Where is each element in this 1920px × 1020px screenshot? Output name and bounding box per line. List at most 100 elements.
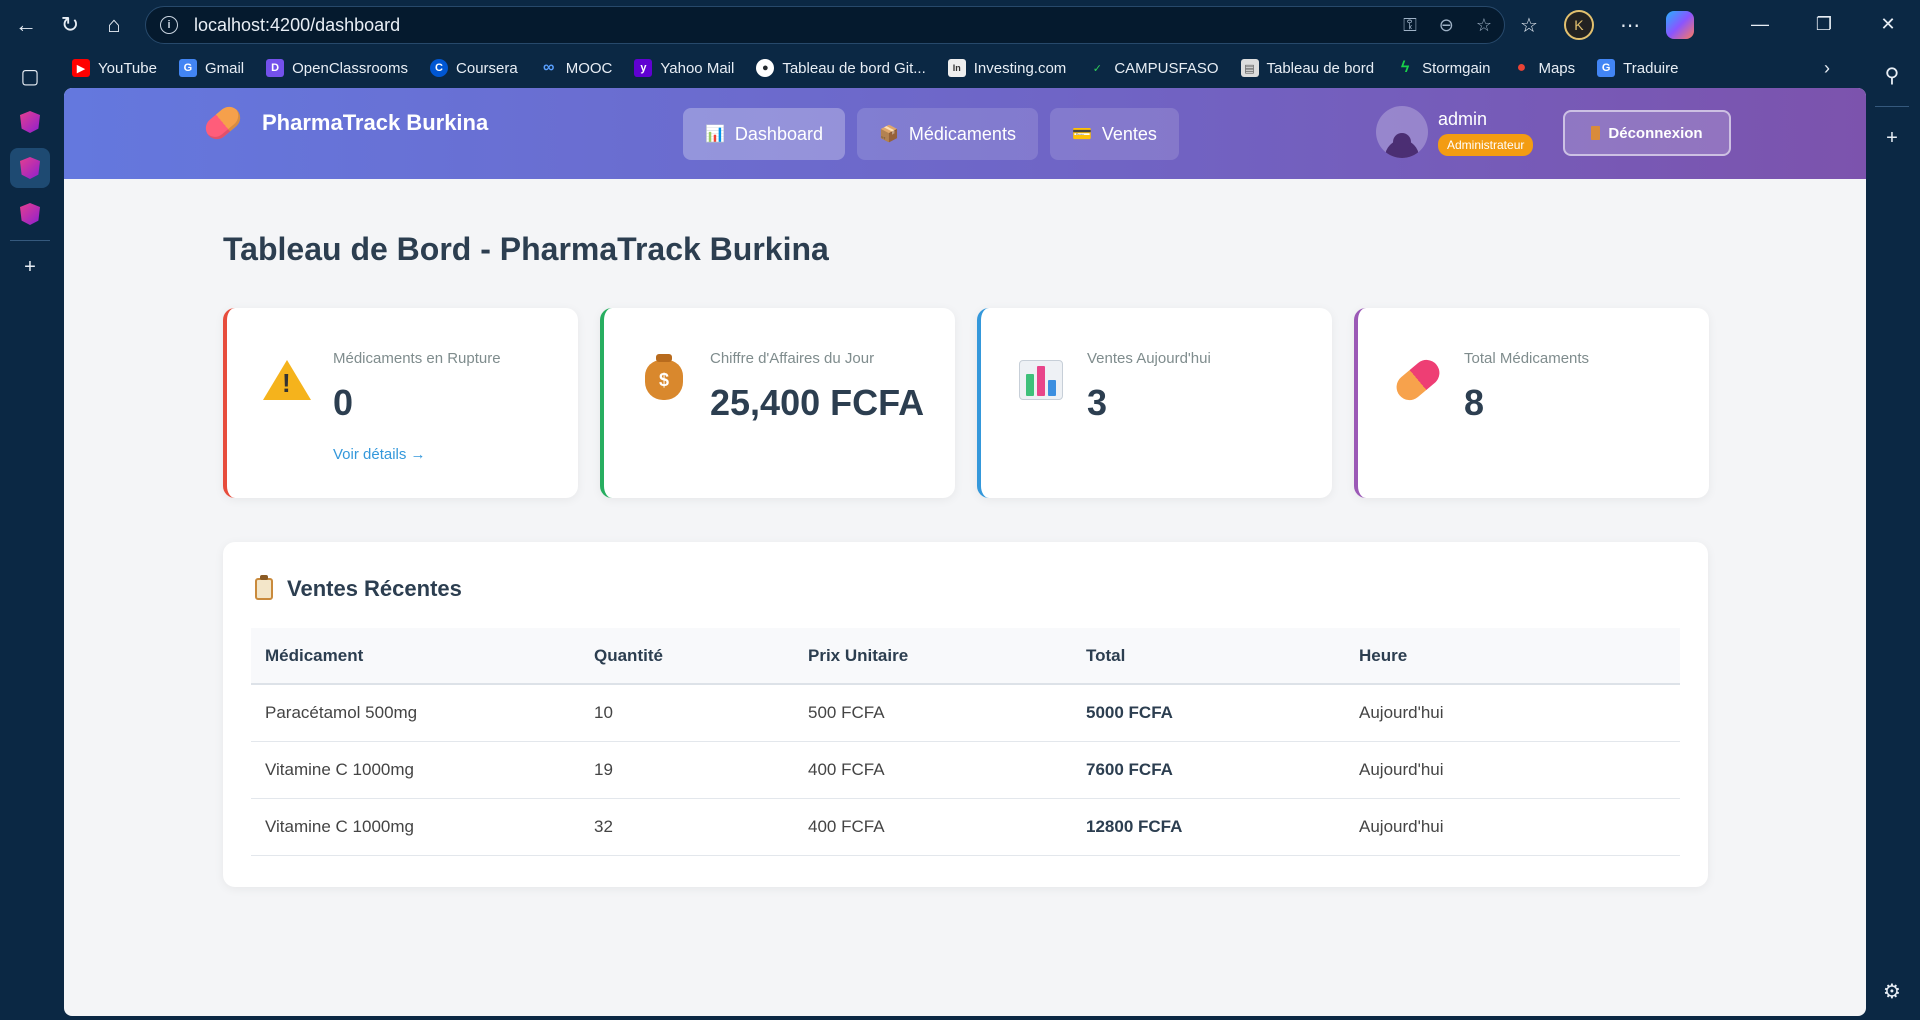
search-icon[interactable]: ⚲ bbox=[1864, 52, 1920, 98]
openclassrooms-icon: D bbox=[266, 59, 285, 77]
nav-label: Dashboard bbox=[734, 123, 823, 144]
profile-avatar[interactable]: K bbox=[1563, 10, 1594, 40]
tab-actions-icon[interactable]: ▢ bbox=[10, 56, 50, 96]
bookmark-label: Traduire bbox=[1623, 59, 1679, 77]
tab-angular-1[interactable] bbox=[10, 102, 50, 142]
cell-total: 7600 FCFA bbox=[1072, 741, 1345, 799]
bookmark-gmail[interactable]: G Gmail bbox=[178, 59, 244, 77]
cell-medicine: Paracétamol 500mg bbox=[251, 684, 580, 742]
site-info-icon[interactable]: i bbox=[160, 16, 178, 34]
key-icon[interactable]: ⚿ bbox=[1403, 15, 1417, 36]
column-header: Quantité bbox=[580, 628, 794, 685]
bookmarks-bar: ▶ YouTube G Gmail D OpenClassrooms C Courser… bbox=[0, 50, 1920, 86]
bookmark-tableau-de-bord[interactable]: ▤ Tableau de bord bbox=[1240, 59, 1374, 77]
bookmark-label: OpenClassrooms bbox=[292, 59, 409, 77]
refresh-icon[interactable]: ↻ bbox=[48, 3, 92, 47]
nav-label: Ventes bbox=[1101, 123, 1157, 144]
user-name: admin bbox=[1438, 108, 1488, 129]
bookmark-label: Investing.com bbox=[973, 59, 1067, 77]
tab-angular-2[interactable] bbox=[10, 148, 50, 188]
minimize-icon[interactable]: — bbox=[1728, 0, 1792, 48]
browser-titlebar: ← ↻ ⌂ i localhost:4200/dashboard ⚿ ⊖ ☆ ☆… bbox=[0, 0, 1920, 50]
github-icon: ● bbox=[756, 59, 775, 77]
address-bar[interactable]: i localhost:4200/dashboard ⚿ ⊖ ☆ bbox=[145, 6, 1505, 44]
cell-total: 12800 FCFA bbox=[1072, 798, 1345, 856]
bookmark-mooc[interactable]: ∞ MOOC bbox=[540, 59, 612, 77]
cell-time: Aujourd'hui bbox=[1345, 798, 1680, 856]
bookmark-label: YouTube bbox=[98, 59, 157, 77]
bookmark-stormgain[interactable]: ϟ Stormgain bbox=[1396, 59, 1491, 77]
brand-name: PharmaTrack Burkina bbox=[262, 110, 489, 135]
restore-icon[interactable]: ❐ bbox=[1792, 0, 1856, 48]
nav-dashboard[interactable]: 📊 Dashboard bbox=[683, 108, 845, 160]
recent-sales-table: Médicament Quantité Prix Unitaire Total … bbox=[251, 628, 1680, 856]
column-header: Heure bbox=[1345, 628, 1680, 685]
cell-medicine: Vitamine C 1000mg bbox=[251, 798, 580, 856]
money-bag-icon: $ bbox=[640, 354, 688, 404]
card-sales-today: Ventes Aujourd'hui 3 bbox=[977, 308, 1332, 498]
app-header: PharmaTrack Burkina 📊 Dashboard 📦 Médica… bbox=[64, 88, 1866, 179]
card-total-medicines: Total Médicaments 8 bbox=[1354, 308, 1709, 498]
cell-total: 5000 FCFA bbox=[1072, 684, 1345, 742]
mooc-icon: ∞ bbox=[543, 59, 555, 76]
bookmark-coursera[interactable]: C Coursera bbox=[430, 59, 518, 77]
cell-unit-price: 400 FCFA bbox=[794, 741, 1072, 799]
pill-icon bbox=[1391, 354, 1445, 406]
cell-quantity: 32 bbox=[580, 798, 794, 856]
more-options-icon[interactable]: ⋯ bbox=[1620, 13, 1640, 38]
divider bbox=[10, 240, 50, 241]
bookmark-openclassrooms[interactable]: D OpenClassrooms bbox=[266, 59, 408, 77]
cell-medicine: Vitamine C 1000mg bbox=[251, 741, 580, 799]
favorites-icon[interactable]: ☆ bbox=[1520, 13, 1538, 38]
door-icon bbox=[1591, 126, 1601, 140]
youtube-icon: ▶ bbox=[72, 59, 90, 77]
back-icon[interactable]: ← bbox=[4, 3, 48, 47]
chevron-right-icon[interactable]: › bbox=[1824, 58, 1830, 79]
page-viewport: PharmaTrack Burkina 📊 Dashboard 📦 Médica… bbox=[64, 88, 1866, 1016]
column-header: Total bbox=[1072, 628, 1345, 685]
nav-medicaments[interactable]: 📦 Médicaments bbox=[856, 108, 1038, 160]
copilot-icon[interactable] bbox=[1665, 11, 1694, 39]
favorite-star-icon[interactable]: ☆ bbox=[1476, 15, 1492, 36]
gear-icon[interactable]: ⚙ bbox=[1864, 968, 1920, 1014]
vertical-tabs: ▢ + bbox=[0, 50, 60, 1020]
yahoo-icon: y bbox=[634, 59, 653, 77]
card-value: 3 bbox=[1087, 382, 1108, 423]
recent-sales-panel: Ventes Récentes Médicament Quantité Prix… bbox=[223, 542, 1708, 887]
add-icon[interactable]: + bbox=[1864, 115, 1920, 161]
bookmark-label: Yahoo Mail bbox=[660, 59, 735, 77]
zoom-icon[interactable]: ⊖ bbox=[1439, 15, 1454, 36]
new-tab-plus-icon[interactable]: + bbox=[10, 247, 50, 287]
bookmark-traduire[interactable]: G Traduire bbox=[1597, 59, 1678, 77]
bookmark-label: CAMPUSFASO bbox=[1114, 59, 1219, 77]
tab-angular-3[interactable] bbox=[10, 194, 50, 234]
bookmark-investing[interactable]: In Investing.com bbox=[947, 59, 1067, 77]
cell-time: Aujourd'hui bbox=[1345, 684, 1680, 742]
table-row: Vitamine C 1000mg 19 400 FCFA 7600 FCFA … bbox=[251, 741, 1680, 799]
user-avatar-icon bbox=[1376, 106, 1428, 158]
bookmark-github[interactable]: ● Tableau de bord Git... bbox=[756, 59, 926, 77]
divider bbox=[1875, 106, 1909, 107]
bookmark-youtube[interactable]: ▶ YouTube bbox=[72, 59, 157, 77]
brand[interactable]: PharmaTrack Burkina bbox=[201, 102, 489, 144]
view-details-link[interactable]: Voir détails → bbox=[333, 446, 426, 463]
coursera-icon: C bbox=[430, 59, 449, 77]
warning-icon bbox=[263, 356, 311, 404]
logout-button[interactable]: Déconnexion bbox=[1563, 110, 1731, 156]
home-icon[interactable]: ⌂ bbox=[92, 3, 136, 47]
stormgain-icon: ϟ bbox=[1400, 59, 1410, 76]
column-header: Médicament bbox=[251, 628, 580, 685]
main-nav: 📊 Dashboard 📦 Médicaments 💳 Ventes bbox=[683, 108, 1179, 160]
card-label: Chiffre d'Affaires du Jour bbox=[710, 350, 875, 367]
close-icon[interactable]: ✕ bbox=[1856, 0, 1920, 48]
angular-icon bbox=[20, 111, 40, 133]
nav-label: Médicaments bbox=[908, 123, 1016, 144]
bookmark-yahoo-mail[interactable]: y Yahoo Mail bbox=[634, 59, 734, 77]
bookmark-maps[interactable]: ● Maps bbox=[1512, 59, 1576, 77]
table-row: Paracétamol 500mg 10 500 FCFA 5000 FCFA … bbox=[251, 684, 1680, 742]
bookmark-campusfaso[interactable]: ✓ CAMPUSFASO bbox=[1088, 59, 1219, 77]
card-icon: 💳 bbox=[1071, 126, 1092, 143]
address-url[interactable]: localhost:4200/dashboard bbox=[194, 15, 400, 36]
column-header: Prix Unitaire bbox=[794, 628, 1072, 685]
nav-ventes[interactable]: 💳 Ventes bbox=[1049, 108, 1179, 160]
